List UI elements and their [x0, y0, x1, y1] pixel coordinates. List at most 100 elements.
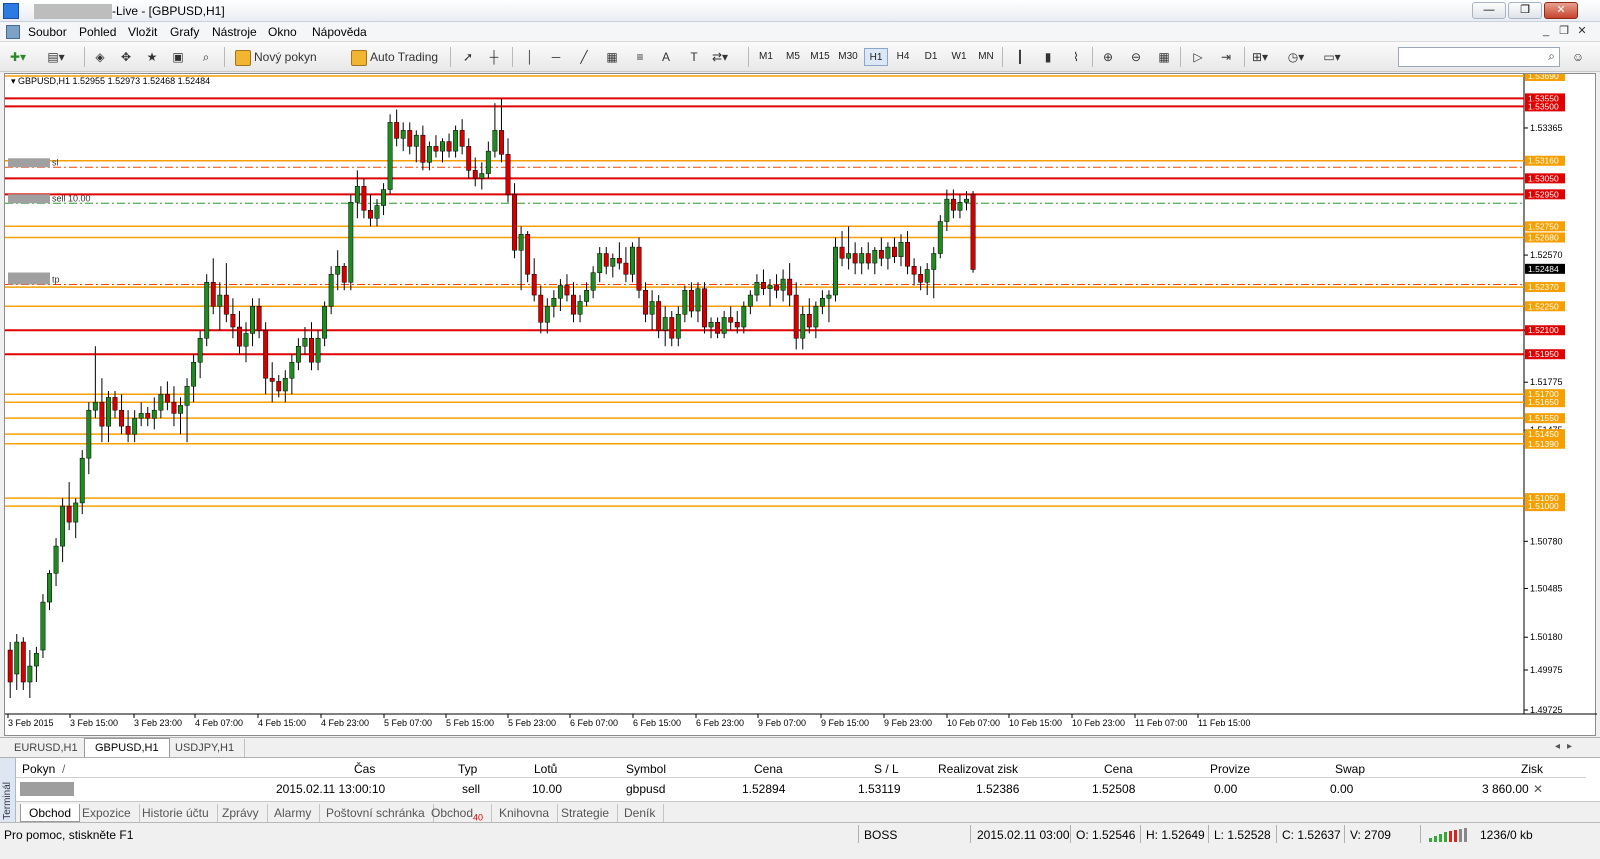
connection-bars-icon [1429, 828, 1467, 842]
col-cas[interactable]: Čas [354, 762, 375, 776]
close-button[interactable]: ✕ [1544, 2, 1578, 19]
zoom-in-icon[interactable]: ⊕ [1098, 47, 1118, 67]
tab-gbpusd[interactable]: GBPUSD,H1 [84, 738, 170, 758]
line-chart-icon[interactable]: ⌇ [1066, 47, 1086, 67]
tab-obchod[interactable]: Obchod [20, 804, 81, 822]
tab-denik[interactable]: Deník [616, 804, 665, 822]
auto-trading-button[interactable]: Auto Trading [348, 47, 438, 67]
new-order-button[interactable]: Nový pokyn [232, 47, 317, 67]
chart-shift-icon[interactable]: ⇥ [1216, 47, 1236, 67]
col-symbol[interactable]: Symbol [626, 762, 666, 776]
market-watch-icon[interactable]: ◈ [90, 47, 110, 67]
col-cena[interactable]: Cena [754, 762, 783, 776]
tf-h4[interactable]: H4 [891, 48, 915, 66]
col-swap[interactable]: Swap [1335, 762, 1365, 776]
cursor-icon[interactable]: ➚ [458, 47, 478, 67]
tab-postovni-schranka[interactable]: Poštovní schránka [318, 804, 434, 822]
maximize-button[interactable]: ❐ [1508, 2, 1542, 19]
col-sort[interactable]: / [62, 762, 65, 776]
tf-h1[interactable]: H1 [864, 48, 888, 66]
mdi-restore-icon[interactable]: ❐ [1556, 25, 1572, 39]
col-zisk[interactable]: Zisk [1521, 762, 1543, 776]
tab-historie-uctu[interactable]: Historie účtu [134, 804, 218, 822]
tf-m30[interactable]: M30 [836, 48, 860, 66]
tf-w1[interactable]: W1 [947, 48, 971, 66]
fibonacci-icon[interactable]: ≡ [630, 47, 650, 67]
tab-alarmy[interactable]: Alarmy [266, 804, 321, 822]
horizontal-line-icon[interactable]: ─ [546, 47, 566, 67]
tile-windows-icon[interactable]: ▦ [1154, 47, 1174, 67]
col-lotu[interactable]: Lotů [534, 762, 557, 776]
menu-nastroje[interactable]: Nástroje [212, 25, 257, 39]
tf-m1[interactable]: M1 [754, 48, 778, 66]
tab-zpravy[interactable]: Zprávy [214, 804, 268, 822]
mdi-minimize-icon[interactable]: _ [1538, 25, 1554, 39]
tf-d1[interactable]: D1 [919, 48, 943, 66]
tester-icon[interactable]: ⌕ [196, 47, 216, 67]
menu-napoveda[interactable]: Nápověda [312, 25, 367, 39]
col-pokyn[interactable]: Pokyn [22, 762, 55, 776]
menu-vlozit[interactable]: Vložit [128, 25, 157, 39]
col-tp[interactable]: Realizovat zisk [938, 762, 1018, 776]
tf-mn[interactable]: MN [974, 48, 998, 66]
bar-chart-icon[interactable]: ┃ [1010, 47, 1030, 67]
price-tag-label: 1.52750 [1528, 221, 1559, 231]
chart-window[interactable]: sl sell 10.00 tp ▾ GBPUSD,H1 1.52955 1.5297… [4, 73, 1597, 737]
candle-body [682, 290, 688, 315]
terminal-icon[interactable]: ▣ [168, 47, 188, 67]
menu-okno[interactable]: Okno [268, 25, 297, 39]
autoscroll-icon[interactable]: ▷ [1188, 47, 1208, 67]
child-window-icon[interactable] [6, 25, 20, 39]
candle-body [571, 294, 576, 315]
text-label-icon[interactable]: T [684, 47, 704, 67]
mdi-close-icon[interactable]: ✕ [1574, 25, 1590, 39]
text-icon[interactable]: A [656, 47, 676, 67]
zoom-out-icon[interactable]: ⊖ [1126, 47, 1146, 67]
crosshair-icon[interactable]: ┼ [484, 47, 504, 67]
candles-icon[interactable]: ▮ [1038, 47, 1058, 67]
vertical-line-icon[interactable]: │ [520, 47, 540, 67]
navigator-icon[interactable]: ✥ [116, 47, 136, 67]
col-cena-current[interactable]: Cena [1104, 762, 1133, 776]
search-input[interactable]: ⌕ [1398, 47, 1560, 67]
indicators-icon[interactable]: ⊞▾ [1250, 47, 1270, 67]
candle-body [453, 130, 459, 152]
col-typ[interactable]: Typ [458, 762, 477, 776]
profiles-icon[interactable]: ▤▾ [46, 47, 66, 67]
arrows-icon[interactable]: ⇄▾ [710, 47, 730, 67]
price-chart[interactable]: sl sell 10.00 tp ▾ GBPUSD,H1 1.52955 1.5297… [5, 74, 1597, 737]
new-chart-icon[interactable]: ✚▾ [8, 47, 28, 67]
favorites-icon[interactable]: ★ [142, 47, 162, 67]
candle-body [479, 173, 485, 179]
tab-eurusd[interactable]: EURUSD,H1 [4, 739, 89, 757]
minimize-button[interactable]: — [1472, 2, 1506, 19]
channel-icon[interactable]: ▦ [602, 47, 622, 67]
tf-m15[interactable]: M15 [808, 48, 832, 66]
tf-m5[interactable]: M5 [781, 48, 805, 66]
tab-scroll-right-icon[interactable]: ▸ [1567, 741, 1572, 752]
tab-obchod-market[interactable]: Obchod40 [423, 804, 493, 822]
candle-body [813, 306, 819, 328]
community-icon[interactable]: ☺ [1568, 47, 1588, 67]
status-profile[interactable]: BOSS [864, 827, 897, 843]
tab-strategie[interactable]: Strategie [553, 804, 619, 822]
tab-scroll-left-icon[interactable]: ◂ [1555, 741, 1560, 752]
terminal-side-label: Terminál [2, 782, 13, 820]
col-provize[interactable]: Provize [1210, 762, 1250, 776]
tab-expozice[interactable]: Expozice [74, 804, 140, 822]
templates-icon[interactable]: ▭▾ [1322, 47, 1342, 67]
menu-soubor[interactable]: Soubor [28, 25, 67, 39]
redacted-account [34, 4, 112, 19]
menu-grafy[interactable]: Grafy [170, 25, 199, 39]
tab-knihovna[interactable]: Knihovna [491, 804, 559, 822]
col-sl[interactable]: S / L [874, 762, 899, 776]
menu-pohled[interactable]: Pohled [79, 25, 116, 39]
search-icon[interactable]: ⌕ [1548, 49, 1555, 64]
redacted-sl-ticket [8, 158, 50, 168]
tab-usdjpy[interactable]: USDJPY,H1 [165, 739, 246, 757]
close-order-icon[interactable]: ✕ [1533, 782, 1543, 796]
trendline-icon[interactable]: ╱ [574, 47, 594, 67]
order-current-price: 1.52508 [1092, 782, 1136, 796]
periods-icon[interactable]: ◷▾ [1286, 47, 1306, 67]
table-row[interactable]: 2015.02.11 13:00:10 sell 10.00 gbpusd 1.… [16, 779, 1586, 798]
